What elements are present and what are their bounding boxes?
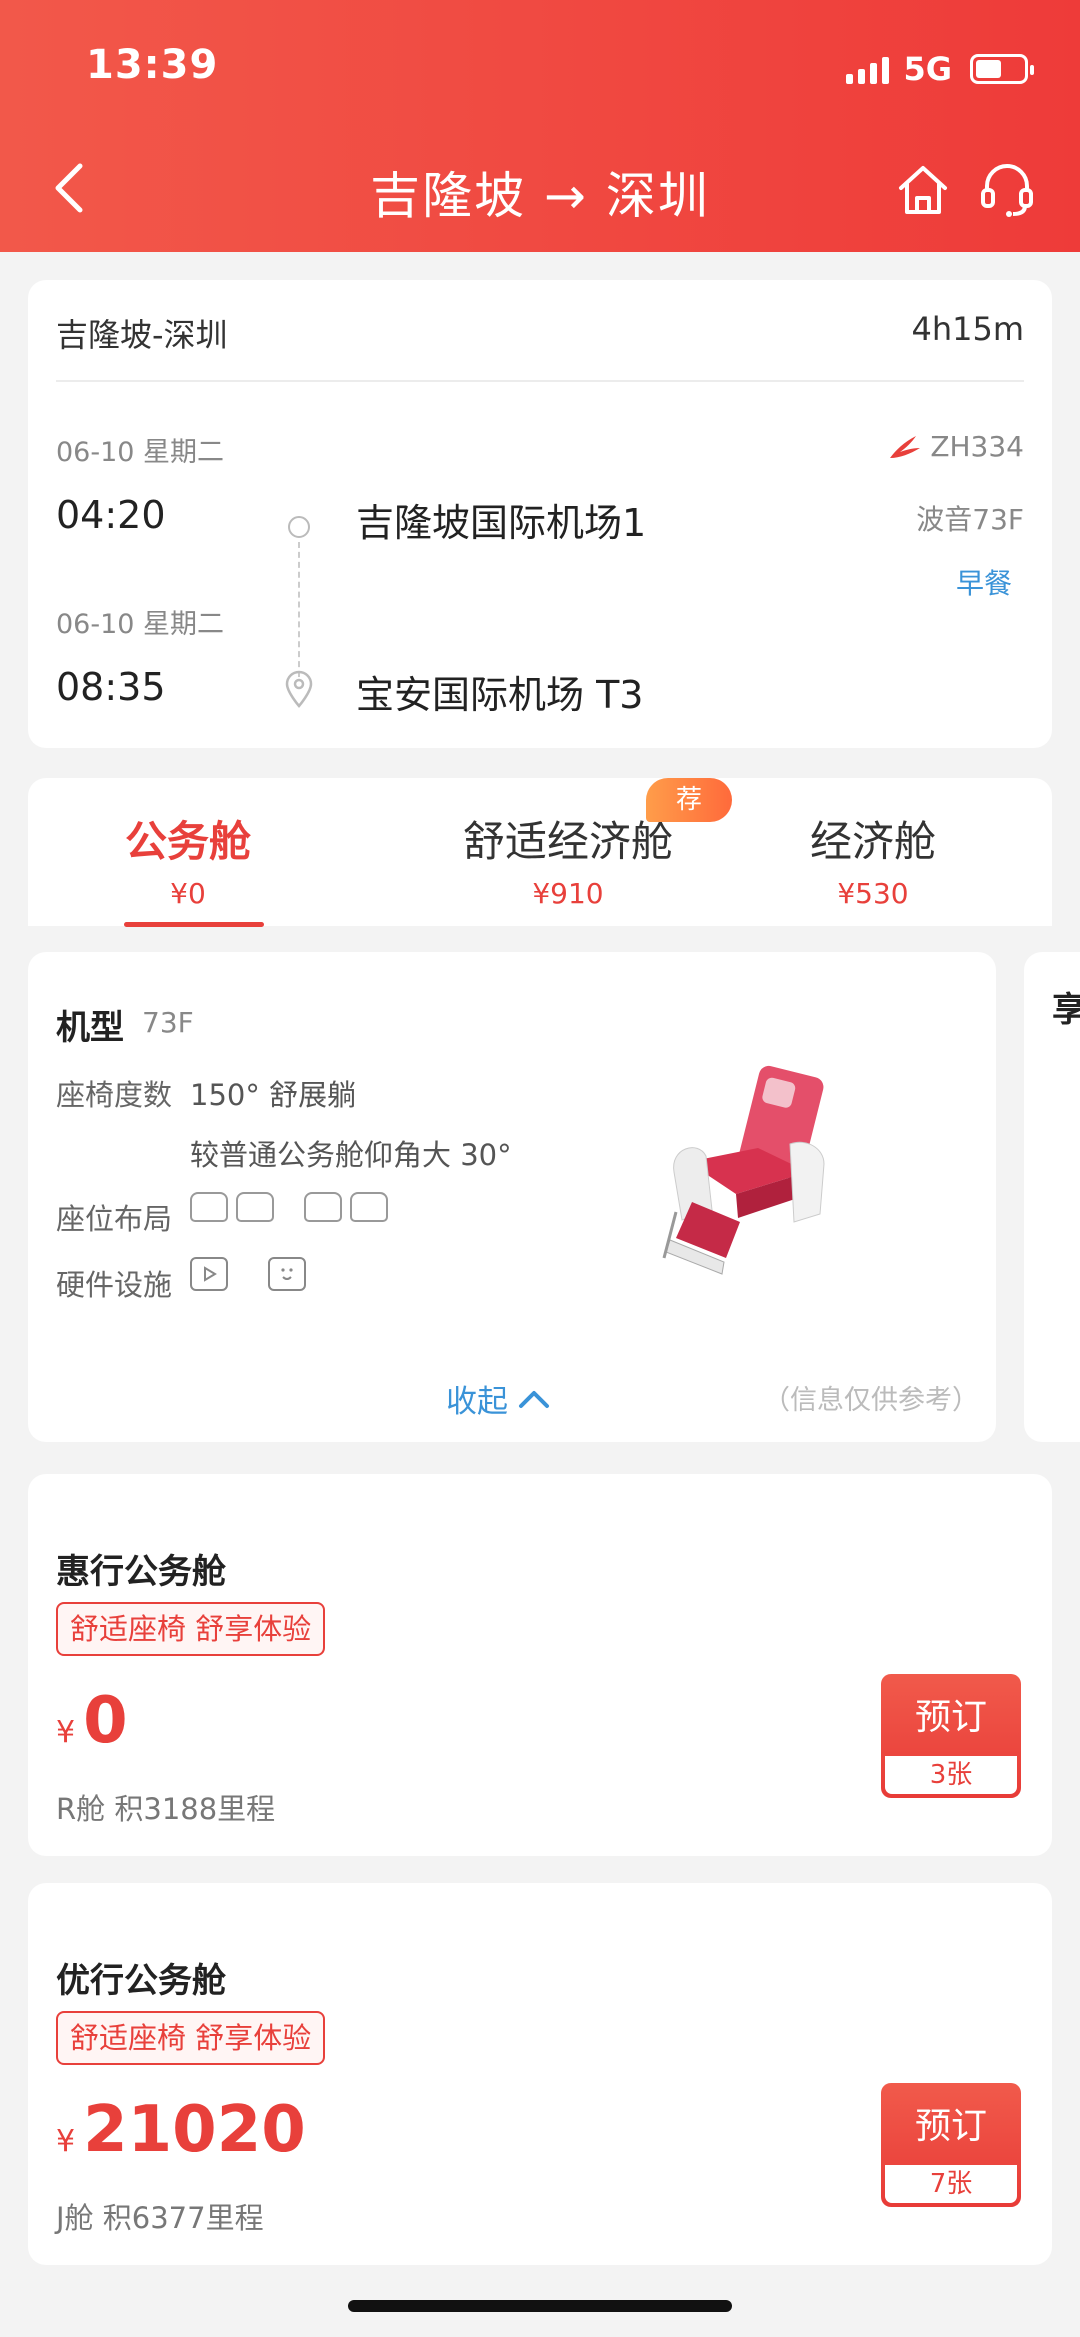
- flight-number: ZH334: [886, 430, 1024, 463]
- departure-time: 04:20: [56, 493, 166, 537]
- power-outlet-icon: [268, 1257, 306, 1291]
- home-icon: [899, 166, 947, 214]
- seats-remaining: 3张: [885, 1756, 1017, 1794]
- divider: [56, 380, 1024, 382]
- recommend-badge: 荐: [646, 778, 732, 822]
- route-name: 吉隆坡-深圳: [56, 316, 228, 354]
- tab-economy[interactable]: 经济舱 ¥530: [788, 808, 958, 910]
- location-pin-icon: [285, 670, 313, 708]
- chevron-up-icon: [519, 1390, 549, 1408]
- seat-icon: [236, 1192, 274, 1222]
- flight-summary-card: 吉隆坡-深圳 4h15m 06-10 星期二 04:20 06-10 星期二 0…: [28, 280, 1052, 748]
- recline-value: 150° 舒展躺: [190, 1078, 357, 1112]
- aircraft-model: 73F: [142, 1006, 194, 1039]
- info-title: 机型: [56, 1008, 124, 1048]
- active-tab-indicator: [124, 922, 264, 927]
- cabin-tabs: 公务舱 ¥0 舒适经济舱 ¥910 荐 经济舱 ¥530: [28, 778, 1052, 927]
- status-indicators: 5G: [846, 50, 1034, 88]
- book-button[interactable]: 预订 7张: [881, 2083, 1021, 2207]
- tab-price: ¥530: [837, 877, 909, 910]
- battery-icon: [970, 54, 1034, 84]
- fare-title: 惠行公务舱: [56, 1552, 226, 1592]
- fare-price: ¥ 21020: [56, 2093, 306, 2167]
- book-label: 预订: [914, 1697, 987, 1738]
- seat-icon: [304, 1192, 342, 1222]
- flight-number-text: ZH334: [930, 430, 1024, 463]
- fare-class-mileage: J舱 积6377里程: [56, 2201, 264, 2235]
- business-seat-image: [662, 1065, 825, 1275]
- next-info-card-peek[interactable]: 享: [1024, 952, 1080, 1442]
- arrival-airport: 宝安国际机场 T3: [356, 673, 644, 717]
- departure-date: 06-10 星期二: [56, 437, 225, 468]
- fare-card: 惠行公务舱 舒适座椅 舒享体验 ¥ 0 R舱 积3188里程 预订 3张: [28, 1474, 1052, 1856]
- seat-layout: [190, 1192, 388, 1222]
- departure-airport: 吉隆坡国际机场1: [356, 501, 647, 545]
- fare-tag: 舒适座椅 舒享体验: [56, 1602, 326, 1656]
- recline-label: 座椅度数: [56, 1078, 173, 1112]
- tab-label: 公务舱: [124, 817, 251, 866]
- status-bar: 13:39 5G: [0, 0, 1080, 140]
- home-button[interactable]: [893, 160, 953, 220]
- meal-info[interactable]: 早餐: [956, 562, 1012, 602]
- recline-note: 较普通公务舱仰角大 30°: [190, 1138, 512, 1172]
- price-amount: 0: [83, 1684, 128, 1758]
- fare-class-mileage: R舱 积3188里程: [56, 1792, 276, 1826]
- seat-icon: [350, 1192, 388, 1222]
- seat-icon: [190, 1192, 228, 1222]
- signal-icon: [846, 54, 890, 84]
- tab-price: ¥910: [532, 877, 604, 910]
- route-line: [298, 542, 300, 677]
- tab-label: 经济舱: [809, 817, 936, 866]
- book-label: 预订: [914, 2106, 987, 2147]
- layout-label: 座位布局: [56, 1202, 173, 1236]
- facility-icons: [190, 1257, 306, 1291]
- currency-symbol: ¥: [56, 2124, 76, 2159]
- nav-bar: 吉隆坡 → 深圳: [0, 140, 1080, 252]
- fare-card: 优行公务舱 舒适座椅 舒享体验 ¥ 21020 J舱 积6377里程 预订 7张: [28, 1883, 1052, 2265]
- tab-price: ¥0: [170, 877, 206, 910]
- collapse-label: 收起: [446, 1384, 508, 1420]
- fare-tag: 舒适座椅 舒享体验: [56, 2011, 326, 2065]
- cabin-info-card: 机型 73F 座椅度数 150° 舒展躺 较普通公务舱仰角大 30° 座位布局 …: [28, 952, 996, 1442]
- tab-premium-economy[interactable]: 舒适经济舱 ¥910: [428, 808, 708, 910]
- flight-duration: 4h15m: [911, 310, 1024, 348]
- seats-remaining: 7张: [885, 2165, 1017, 2203]
- status-time: 13:39: [86, 42, 219, 88]
- aircraft-type: 波音73F: [916, 503, 1024, 536]
- arrival-time: 08:35: [56, 665, 166, 709]
- airline-logo-icon: [890, 435, 921, 458]
- book-button[interactable]: 预订 3张: [881, 1674, 1021, 1798]
- customer-service-button[interactable]: [975, 158, 1039, 222]
- peek-text: 享: [1052, 990, 1080, 1030]
- price-amount: 21020: [83, 2093, 306, 2167]
- video-play-icon: [190, 1257, 228, 1291]
- app-header: 13:39 5G 吉隆坡 → 深圳: [0, 0, 1080, 252]
- home-indicator[interactable]: [348, 2300, 732, 2312]
- fare-title: 优行公务舱: [56, 1961, 226, 2001]
- headset-icon: [981, 164, 1033, 217]
- tab-business-class[interactable]: 公务舱 ¥0: [123, 808, 253, 910]
- currency-symbol: ¥: [56, 1715, 76, 1750]
- collapse-button[interactable]: 收起: [446, 1376, 550, 1421]
- reference-note: （信息仅供参考）: [763, 1385, 979, 1416]
- network-type: 5G: [903, 50, 952, 88]
- arrival-date: 06-10 星期二: [56, 609, 225, 640]
- facilities-label: 硬件设施: [56, 1268, 173, 1302]
- fare-price: ¥ 0: [56, 1684, 128, 1758]
- departure-dot-icon: [288, 516, 310, 538]
